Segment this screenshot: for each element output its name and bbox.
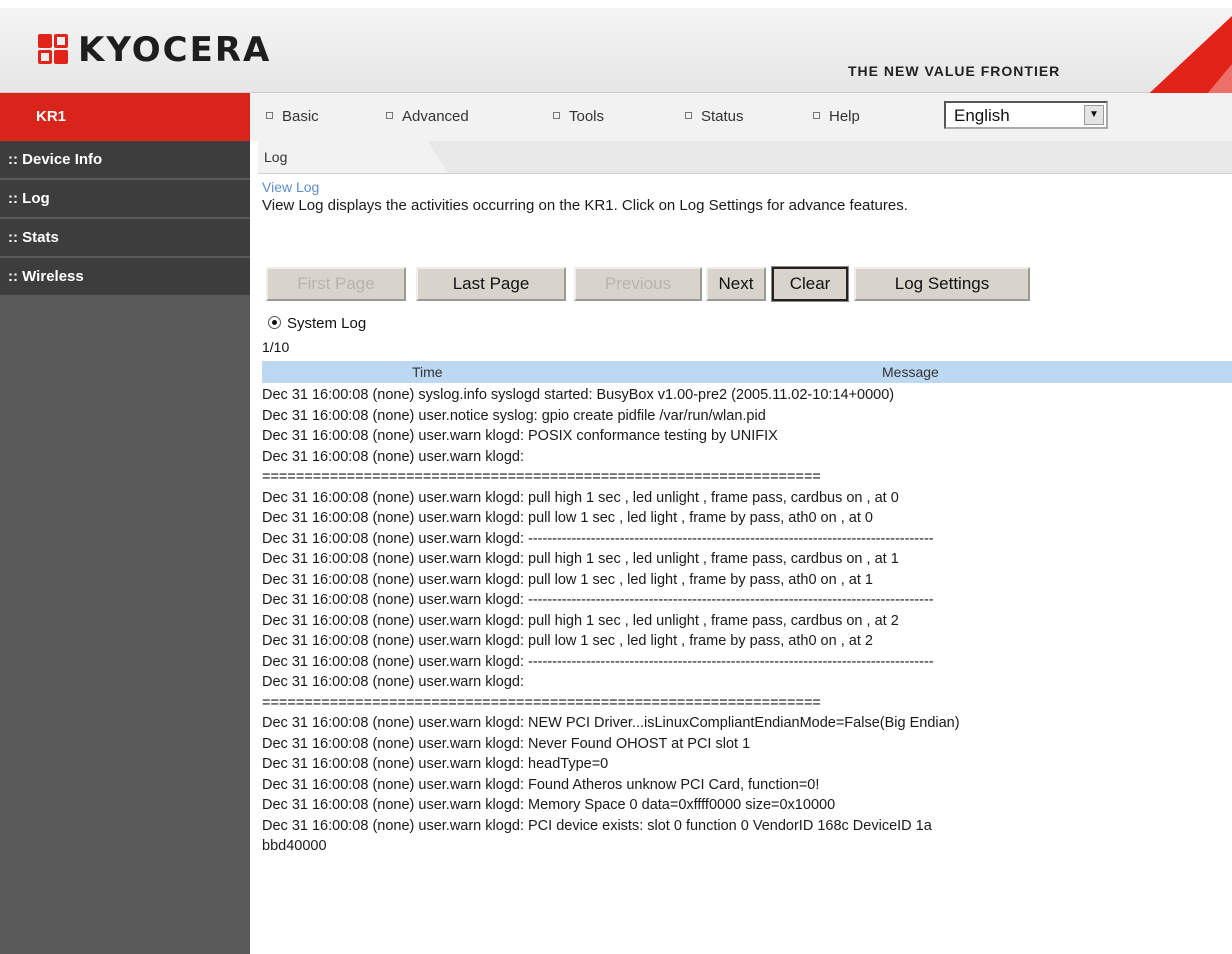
log-line: Dec 31 16:00:08 (none) user.warn klogd: … — [262, 756, 609, 772]
page-header: KYOCERA THE NEW VALUE FRONTIER — [0, 8, 1232, 100]
sidebar-item-wireless[interactable]: :: Wireless — [0, 258, 250, 297]
page-subtitle: View Log — [262, 179, 320, 195]
column-header-message: Message — [882, 364, 939, 380]
sidebar: :: Device Info :: Log :: Stats :: Wirele… — [0, 141, 250, 954]
log-line: ========================================… — [262, 469, 821, 485]
log-type-label: System Log — [287, 315, 367, 332]
log-line: Dec 31 16:00:08 (none) user.warn klogd: — [262, 674, 524, 690]
chevron-down-icon[interactable]: ▼ — [1084, 105, 1104, 125]
sidebar-item-device-info[interactable]: :: Device Info — [0, 141, 250, 180]
kyocera-logo-icon — [36, 32, 72, 68]
log-line: Dec 31 16:00:08 (none) user.warn klogd: … — [262, 489, 899, 506]
nav-basic-label: Basic — [282, 108, 319, 125]
bullet-icon — [813, 111, 820, 119]
log-line: Dec 31 16:00:08 (none) user.warn klogd: … — [262, 817, 932, 834]
bullet-icon — [266, 111, 273, 119]
main-content: Log View Log View Log displays the activ… — [258, 141, 1232, 954]
nav-advanced[interactable]: Advanced — [386, 108, 469, 125]
section-header: Log — [258, 141, 1232, 174]
log-line: Dec 31 16:00:08 (none) user.warn klogd: … — [262, 776, 820, 793]
log-line: Dec 31 16:00:08 (none) user.warn klogd: … — [262, 428, 778, 444]
log-line: Dec 31 16:00:08 (none) user.warn klogd: … — [262, 592, 934, 608]
header-swoosh-icon — [1142, 16, 1232, 100]
log-line: Dec 31 16:00:08 (none) user.warn klogd: … — [262, 653, 934, 670]
nav-status[interactable]: Status — [685, 108, 744, 125]
page-description: View Log displays the activities occurri… — [262, 197, 908, 214]
last-page-button[interactable]: Last Page — [416, 267, 566, 301]
clear-button[interactable]: Clear — [771, 266, 849, 302]
log-line: Dec 31 16:00:08 (none) user.warn klogd: … — [262, 571, 873, 588]
nav-advanced-label: Advanced — [402, 108, 469, 125]
brand-logo: KYOCERA — [36, 30, 271, 70]
log-line: Dec 31 16:00:08 (none) user.warn klogd: … — [262, 612, 899, 629]
log-settings-button[interactable]: Log Settings — [854, 267, 1030, 301]
column-header-time: Time — [412, 364, 443, 380]
log-line: ========================================… — [262, 694, 821, 711]
section-title: Log — [264, 149, 288, 165]
top-nav: KR1 Basic Advanced Tools Status Help Eng… — [0, 93, 1232, 141]
log-list: Dec 31 16:00:08 (none) syslog.info syslo… — [262, 385, 1232, 857]
next-button[interactable]: Next — [706, 267, 766, 301]
nav-menu: Basic Advanced Tools Status Help English… — [258, 93, 1232, 141]
language-select[interactable]: English ▼ — [944, 101, 1108, 129]
sidebar-item-log[interactable]: :: Log — [0, 180, 250, 219]
brand-logo-text: KYOCERA — [78, 30, 272, 70]
bullet-icon — [685, 111, 692, 119]
radio-selected-icon[interactable] — [268, 315, 281, 329]
nav-help-label: Help — [829, 108, 860, 125]
nav-basic[interactable]: Basic — [266, 108, 319, 125]
log-line: Dec 31 16:00:08 (none) user.warn klogd: … — [262, 633, 873, 649]
nav-help[interactable]: Help — [813, 108, 860, 125]
log-line: Dec 31 16:00:08 (none) user.warn klogd: … — [262, 530, 934, 547]
sidebar-item-stats[interactable]: :: Stats — [0, 219, 250, 258]
model-label: KR1 — [0, 93, 250, 141]
log-type-option[interactable]: System Log — [268, 315, 366, 332]
bullet-icon — [386, 111, 393, 119]
bullet-icon — [553, 111, 560, 119]
nav-tools-label: Tools — [569, 108, 605, 125]
nav-tools[interactable]: Tools — [553, 108, 604, 125]
log-line: Dec 31 16:00:08 (none) user.warn klogd: — [262, 448, 524, 465]
page-indicator: 1/10 — [262, 339, 290, 355]
nav-status-label: Status — [701, 108, 744, 125]
log-line: Dec 31 16:00:08 (none) user.warn klogd: … — [262, 551, 899, 567]
first-page-button[interactable]: First Page — [266, 267, 406, 301]
log-line: Dec 31 16:00:08 (none) user.warn klogd: … — [262, 715, 960, 731]
top-strip — [0, 0, 1232, 8]
language-value: English — [954, 106, 1010, 125]
log-table-header: Time Message — [262, 361, 1232, 383]
previous-button[interactable]: Previous — [574, 267, 702, 301]
log-line: Dec 31 16:00:08 (none) syslog.info syslo… — [262, 387, 895, 403]
log-line: Dec 31 16:00:08 (none) user.warn klogd: … — [262, 735, 751, 752]
brand-tagline: THE NEW VALUE FRONTIER — [848, 63, 1061, 79]
log-line: Dec 31 16:00:08 (none) user.warn klogd: … — [262, 510, 873, 526]
log-line: Dec 31 16:00:08 (none) user.notice syslo… — [262, 407, 766, 424]
log-line: Dec 31 16:00:08 (none) user.warn klogd: … — [262, 797, 836, 813]
log-line: bbd40000 — [262, 838, 327, 854]
